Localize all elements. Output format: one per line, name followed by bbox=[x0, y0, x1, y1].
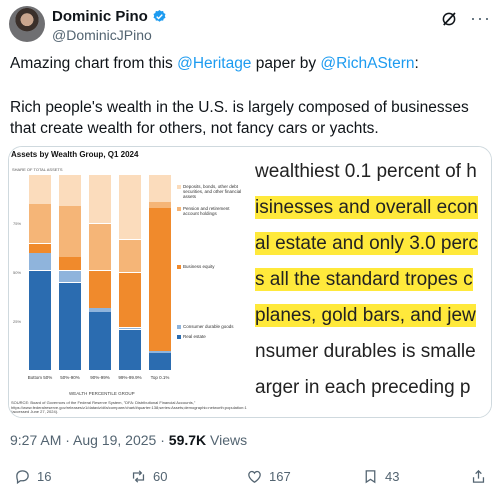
mention-heritage[interactable]: @Heritage bbox=[177, 55, 251, 72]
bar-segment bbox=[119, 329, 141, 371]
y-tick-label: 25% bbox=[13, 319, 22, 324]
tweet-actions: 16 60 167 43 bbox=[8, 468, 492, 486]
repost-button[interactable]: 60 bbox=[130, 468, 167, 485]
bar-segment bbox=[119, 273, 141, 328]
bar-segment bbox=[59, 257, 81, 271]
legend-label: Deposits, bonds, other debt securities, … bbox=[183, 184, 242, 199]
x-category-label: Bottom 50% bbox=[27, 375, 53, 380]
legend-swatch bbox=[177, 185, 181, 189]
reply-count: 16 bbox=[37, 469, 52, 484]
repost-icon bbox=[132, 470, 145, 483]
article-excerpt-panel: wealthiest 0.1 percent of h isinesses and… bbox=[247, 147, 491, 417]
bar-segment bbox=[59, 271, 81, 283]
excerpt-line: arger in each preceding p bbox=[255, 377, 471, 398]
bar-segment bbox=[119, 239, 141, 273]
chart-y-axis-label: SHARE OF TOTAL ASSETS bbox=[12, 167, 63, 172]
author-name-row[interactable]: Dominic Pino bbox=[52, 8, 167, 25]
bar-segment bbox=[59, 175, 81, 206]
x-category-label: Top 0.1% bbox=[150, 375, 170, 380]
chart-title: Assets by Wealth Group, Q1 2024 bbox=[11, 150, 139, 159]
legend-label: Real estate bbox=[183, 334, 206, 339]
legend-swatch bbox=[177, 325, 181, 329]
excerpt-line: planes, gold bars, and jew bbox=[255, 304, 476, 327]
tweet-text-line2: Rich people's wealth in the U.S. is larg… bbox=[10, 99, 469, 137]
grok-icon[interactable] bbox=[440, 10, 458, 28]
share-icon bbox=[472, 469, 485, 483]
bar-segment bbox=[89, 271, 111, 308]
excerpt-line: nsumer durables is smalle bbox=[255, 341, 476, 362]
chart-x-axis-label: WEALTH PERCENTILE GROUP bbox=[69, 391, 135, 396]
like-count: 167 bbox=[269, 469, 291, 484]
like-button[interactable]: 167 bbox=[246, 468, 291, 485]
excerpt-line: isinesses and overall econ bbox=[255, 196, 478, 219]
excerpt-line: al estate and only 3.0 perc bbox=[255, 232, 478, 255]
views-count: 59.7K bbox=[168, 432, 207, 448]
legend-label: Consumer durable goods bbox=[183, 324, 234, 329]
bar-segment bbox=[149, 175, 171, 202]
bar-segment bbox=[119, 175, 141, 240]
y-tick-label: 50% bbox=[13, 270, 22, 275]
chart-source: SOURCE: Board of Governors of the Federa… bbox=[11, 400, 321, 414]
tweet-image[interactable]: Assets by Wealth Group, Q1 2024 SHARE OF… bbox=[8, 146, 492, 418]
heart-icon bbox=[248, 470, 261, 483]
bar-segment bbox=[149, 202, 171, 208]
bar-segment bbox=[29, 175, 51, 204]
excerpt-line: s all the standard tropes c bbox=[255, 268, 473, 291]
verified-badge-icon bbox=[153, 9, 166, 22]
legend-label: Business equity bbox=[183, 264, 215, 269]
tweet-meta: 9:27 AM · Aug 19, 2025 · 59.7K Views bbox=[10, 432, 248, 448]
author-name[interactable]: Dominic Pino bbox=[52, 8, 148, 25]
bar-segment bbox=[29, 204, 51, 243]
bookmark-button[interactable]: 43 bbox=[362, 468, 399, 485]
tweet-timestamp[interactable]: 9:27 AM · Aug 19, 2025 · bbox=[10, 432, 169, 448]
mention-richastern[interactable]: @RichAStern bbox=[320, 55, 414, 72]
avatar[interactable] bbox=[9, 6, 45, 42]
bar-segment bbox=[89, 224, 111, 271]
repost-count: 60 bbox=[153, 469, 168, 484]
bar-segment bbox=[29, 243, 51, 253]
bar-segment bbox=[149, 353, 171, 371]
reply-icon bbox=[16, 470, 29, 485]
x-category-label: 90%-99% bbox=[90, 375, 110, 380]
legend-swatch bbox=[177, 265, 181, 269]
x-category-label: 99%-99.9% bbox=[118, 375, 142, 380]
author-handle[interactable]: @DominicJPino bbox=[52, 27, 152, 43]
bar-segment bbox=[59, 282, 81, 371]
chart-panel: Assets by Wealth Group, Q1 2024 SHARE OF… bbox=[9, 147, 321, 417]
bookmark-icon bbox=[365, 470, 376, 484]
bar-segment bbox=[29, 271, 51, 371]
bookmark-count: 43 bbox=[385, 469, 400, 484]
bar-segment bbox=[119, 327, 141, 330]
y-tick-label: 75% bbox=[13, 221, 22, 226]
bar-segment bbox=[89, 308, 111, 312]
share-button[interactable] bbox=[470, 468, 493, 485]
legend-swatch bbox=[177, 335, 181, 339]
more-options-icon[interactable]: ··· bbox=[470, 8, 491, 29]
legend-label: Pension and retirement account holdings bbox=[183, 206, 230, 216]
bar-segment bbox=[89, 312, 111, 371]
bar-segment bbox=[59, 206, 81, 257]
tweet-text-line1: Amazing chart from this @Heritage paper … bbox=[10, 55, 419, 72]
legend-swatch bbox=[177, 207, 181, 211]
bar-segment bbox=[149, 208, 171, 351]
bar-segment bbox=[149, 351, 171, 353]
bar-segment bbox=[89, 175, 111, 224]
excerpt-line: wealthiest 0.1 percent of h bbox=[255, 161, 477, 182]
bar-segment bbox=[29, 253, 51, 271]
reply-button[interactable]: 16 bbox=[14, 468, 51, 485]
x-category-label: 50%-90% bbox=[60, 375, 80, 380]
